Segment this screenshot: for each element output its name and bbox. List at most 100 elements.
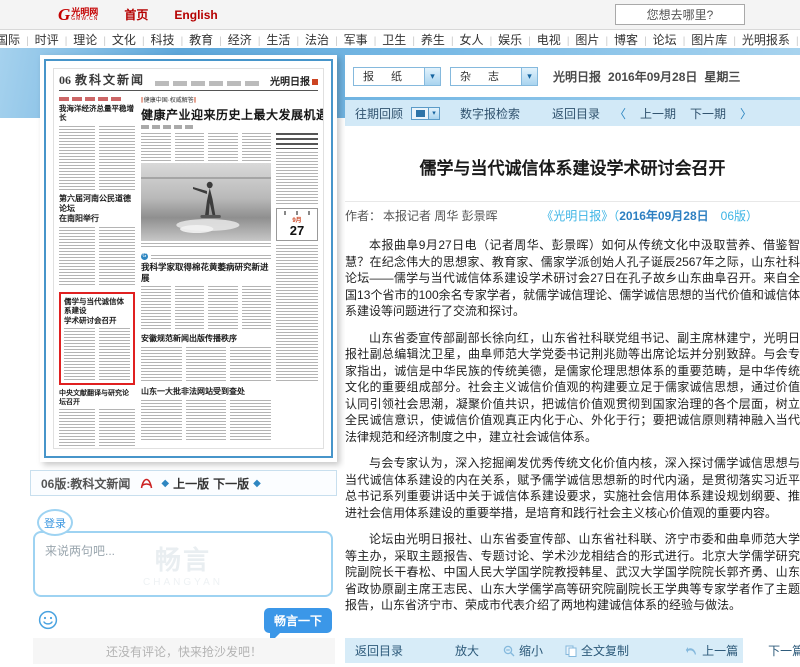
copy-all-button[interactable]: 全文复制 <box>565 642 629 659</box>
magazine-select[interactable]: 杂 志 ▾ <box>450 67 538 86</box>
newspaper-side-column: 9月 27 <box>276 133 318 442</box>
nav-link[interactable]: 国际 <box>0 31 20 48</box>
article-byline: 作者： 本报记者 周华 彭景晖 《光明日报》（2016年09月28日 06版） <box>345 202 800 228</box>
back-issues-link[interactable]: 往期回顾 <box>355 105 403 122</box>
date-picker[interactable]: ▾ <box>411 107 440 120</box>
headline: 我海洋经济总量平稳增长 <box>59 104 135 123</box>
highlighted-headline: 儒学与当代诚信体系建设学术研讨会召开 <box>64 297 130 325</box>
g-badge-icon: G <box>141 253 148 260</box>
magazine-select-value: 杂 志 <box>451 68 521 85</box>
next-page-diamond: ◆ <box>253 478 261 489</box>
prev-issue-arrow[interactable]: 〈 <box>614 105 626 122</box>
gmw-logo[interactable]: G 光明网 GMW.CN <box>58 5 98 25</box>
page-navigation-bar: 06版:教科文新闻 ◆ 上一版 下一版 ◆ <box>30 470 337 496</box>
submit-comment-button[interactable]: 畅言一下 <box>264 608 332 633</box>
comment-box: 畅言 CHANGYAN <box>33 531 333 597</box>
headline: 安徽规范新闻出版传播秩序 <box>141 334 271 344</box>
zoom-in-button[interactable]: 放大 <box>455 642 479 659</box>
next-issue-arrow[interactable]: 〉 <box>740 105 752 122</box>
chevron-down-icon: ▾ <box>424 68 440 85</box>
next-article-button[interactable]: 下一篇 <box>768 642 800 659</box>
article-paragraph: 与会专家认为，深入挖掘阐发优秀传统文化价值内核，深入探讨儒学诚信思想与当代诚信体… <box>345 455 800 521</box>
paper-select-value: 报 纸 <box>354 68 424 85</box>
page-back-icon <box>685 645 698 657</box>
login-button[interactable]: 登录 <box>37 509 73 536</box>
headline: 我科学家取得棉花黄萎病研究新进展 <box>141 262 271 283</box>
logo-g-mark: G <box>58 5 70 25</box>
kicker: ∥健康中国·权威解答∥ <box>141 95 318 104</box>
nav-link[interactable]: 更多>> <box>790 31 800 48</box>
article-paragraph: 山东省委宣传部副部长徐向红，山东省社科联党组书记、副主席林建宁，光明日报社副总编… <box>345 330 800 446</box>
nav-link[interactable]: 论坛 <box>638 31 677 48</box>
page: G 光明网 GMW.CN 首页 English 您想去哪里? 时政国际时评理论文… <box>0 0 800 667</box>
paper-select[interactable]: 报 纸 ▾ <box>353 67 441 86</box>
newspaper-left-column: 我海洋经济总量平稳增长 第六届河南公民道德论坛在南阳举行 儒学与当代诚信体系建设… <box>59 95 135 440</box>
headline: 第六届河南公民道德论坛在南阳举行 <box>59 194 135 224</box>
emoji-icon[interactable] <box>38 610 58 630</box>
back-to-contents-link[interactable]: 返回目录 <box>552 105 600 122</box>
edition-info-bar: 报 纸 ▾ 杂 志 ▾ 光明日报2016年09月28日星期三 <box>345 55 800 97</box>
issue-toolbar: 往期回顾 ▾ 数字报检索 返回目录 〈 上一期 下一期 〉 <box>345 100 800 126</box>
article-paragraph: 论坛由光明日报社、山东省委宣传部、山东省社科联、济宁市委和曲阜师范大学等主办，采… <box>345 531 800 614</box>
current-page-link[interactable]: 06版:教科文新闻 <box>41 475 130 492</box>
nav-link[interactable]: 科技 <box>136 31 175 48</box>
nav-link[interactable]: 经济 <box>213 31 252 48</box>
nav-link[interactable]: 博客 <box>599 31 638 48</box>
empty-comments-note: 还没有评论，快来抢沙发吧！ <box>33 638 335 664</box>
article-body: 本报曲阜9月27日电（记者周华、彭景晖）如何从传统文化中汲取营养、借鉴智慧？在纪… <box>345 237 800 614</box>
article-paragraph: 本报曲阜9月27日电（记者周华、彭景晖）如何从传统文化中汲取营养、借鉴智慧？在纪… <box>345 237 800 320</box>
nav-link[interactable]: 光明报系 <box>727 31 790 48</box>
nav-link[interactable]: 卫生 <box>368 31 407 48</box>
authors: 本报记者 周华 彭景晖 <box>383 207 498 224</box>
side-headline-placeholder <box>276 133 318 149</box>
author-label: 作者： <box>345 207 381 224</box>
main-nav: 时政国际时评理论文化科技教育经济生活法治军事卫生养生女人娱乐电视图片博客论坛图片… <box>0 30 800 48</box>
nav-link[interactable]: 时评 <box>20 31 59 48</box>
paper-logo: 光明日报 <box>270 73 318 88</box>
prev-page-diamond: ◆ <box>161 478 169 489</box>
prev-article-button[interactable]: 上一篇 <box>685 642 738 659</box>
newspaper-masthead: 06 教科文新闻 光明日报 <box>59 73 318 91</box>
home-link[interactable]: 首页 <box>124 6 148 23</box>
digital-search-link[interactable]: 数字报检索 <box>460 105 520 122</box>
nav-link[interactable]: 养生 <box>406 31 445 48</box>
prev-page-link[interactable]: 上一版 <box>173 475 209 492</box>
nav-link[interactable]: 法治 <box>290 31 329 48</box>
calendar-widget: 9月 27 <box>276 208 318 241</box>
lead-headline: 健康产业迎来历史上最大发展机遇 <box>141 106 318 123</box>
back-to-contents-button[interactable]: 返回目录 <box>355 642 403 659</box>
nav-link[interactable]: 电视 <box>522 31 561 48</box>
highlighted-article[interactable]: 儒学与当代诚信体系建设学术研讨会召开 <box>59 292 135 385</box>
logo-en-text: GMW.CN <box>71 17 98 22</box>
pdf-icon[interactable] <box>140 477 153 490</box>
prev-issue-link[interactable]: 上一期 <box>640 105 676 122</box>
nav-link[interactable]: 理论 <box>59 31 98 48</box>
headline: 山东一大批非法网站受到查处 <box>141 387 271 397</box>
nav-link[interactable]: 教育 <box>175 31 214 48</box>
nav-link[interactable]: 文化 <box>97 31 136 48</box>
water-ski-photo <box>141 163 271 241</box>
page-number: 06 <box>59 73 71 88</box>
next-issue-link[interactable]: 下一期 <box>690 105 726 122</box>
nav-link[interactable]: 军事 <box>329 31 368 48</box>
comment-input[interactable] <box>35 533 331 595</box>
photo-caption-placeholder <box>141 243 271 249</box>
zoom-out-button[interactable]: 缩小 <box>503 642 543 659</box>
calendar-icon <box>411 107 429 120</box>
nav-link[interactable]: 图片 <box>561 31 600 48</box>
article-pane: 儒学与当代诚信体系建设学术研讨会召开 作者： 本报记者 周华 彭景晖 《光明日报… <box>345 126 800 638</box>
headline: 中央文献翻译与研究论坛召开 <box>59 389 135 407</box>
next-page-link[interactable]: 下一版 <box>213 475 249 492</box>
top-bar: G 光明网 GMW.CN 首页 English 您想去哪里? <box>0 0 800 30</box>
nav-link[interactable]: 女人 <box>445 31 484 48</box>
section-name: 教科文新闻 <box>75 71 145 88</box>
newspaper-page[interactable]: 06 教科文新闻 光明日报 我海洋经济总量平稳增长 第六届河南公民道德论坛在南阳… <box>53 68 324 449</box>
nav-link[interactable]: 生活 <box>252 31 291 48</box>
copy-icon <box>565 645 577 657</box>
english-link[interactable]: English <box>174 8 217 22</box>
section-kicker: G <box>141 253 271 260</box>
nav-link[interactable]: 娱乐 <box>484 31 523 48</box>
site-navigator-box[interactable]: 您想去哪里? <box>615 4 745 25</box>
nav-link[interactable]: 图片库 <box>677 31 728 48</box>
newspaper-right-area: ∥健康中国·权威解答∥ 健康产业迎来历史上最大发展机遇 <box>141 95 318 440</box>
